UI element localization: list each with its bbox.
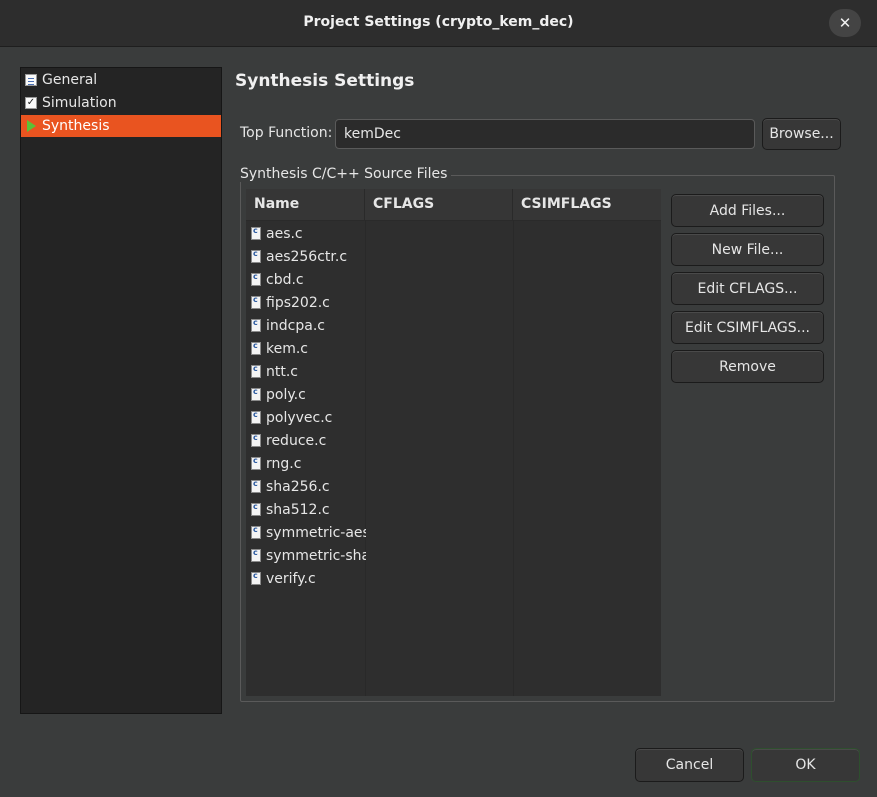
file-name: kem.c bbox=[266, 340, 309, 357]
title-bar: Project Settings (crypto_kem_dec) ✕ bbox=[0, 0, 877, 47]
nav-item-label: Synthesis bbox=[42, 118, 110, 134]
table-row[interactable]: fips202.c bbox=[246, 291, 661, 314]
section-title: Synthesis Settings bbox=[235, 71, 415, 91]
window-title: Project Settings (crypto_kem_dec) bbox=[303, 14, 574, 30]
table-row[interactable]: indcpa.c bbox=[246, 314, 661, 337]
c-file-icon bbox=[251, 387, 261, 401]
new-file-button[interactable]: New File... bbox=[671, 233, 824, 266]
c-file-icon bbox=[251, 456, 261, 470]
nav-item-general[interactable]: General bbox=[21, 69, 221, 91]
file-list: aes.c aes256ctr.c cbd.c fips202.c indcpa.c ke… bbox=[246, 222, 661, 590]
table-row[interactable]: verify.c bbox=[246, 567, 661, 590]
close-button[interactable]: ✕ bbox=[829, 9, 861, 37]
nav-item-simulation[interactable]: ✓ Simulation bbox=[21, 92, 221, 114]
c-file-icon bbox=[251, 364, 261, 378]
file-name: ntt.c bbox=[266, 363, 298, 380]
c-file-icon bbox=[251, 548, 261, 562]
nav-item-synthesis[interactable]: Synthesis bbox=[21, 115, 221, 137]
edit-cflags-button[interactable]: Edit CFLAGS... bbox=[671, 272, 824, 305]
table-header: Name CFLAGS CSIMFLAGS bbox=[246, 189, 661, 221]
file-name: rng.c bbox=[266, 455, 302, 472]
c-file-icon bbox=[251, 571, 261, 585]
file-name: cbd.c bbox=[266, 271, 304, 288]
table-row[interactable]: polyvec.c bbox=[246, 406, 661, 429]
source-files-group-label: Synthesis C/C++ Source Files bbox=[240, 166, 452, 182]
c-file-icon bbox=[251, 318, 261, 332]
table-row[interactable]: rng.c bbox=[246, 452, 661, 475]
c-file-icon bbox=[251, 410, 261, 424]
table-row[interactable]: cbd.c bbox=[246, 268, 661, 291]
table-row[interactable]: aes256ctr.c bbox=[246, 245, 661, 268]
source-files-table[interactable]: Name CFLAGS CSIMFLAGS aes.c aes256ctr.c cb… bbox=[246, 189, 661, 696]
table-row[interactable]: kem.c bbox=[246, 337, 661, 360]
checkbox-icon: ✓ bbox=[25, 97, 37, 109]
file-name: symmetric-sha bbox=[266, 547, 366, 564]
edit-csimflags-button[interactable]: Edit CSIMFLAGS... bbox=[671, 311, 824, 344]
table-row[interactable]: sha512.c bbox=[246, 498, 661, 521]
browse-button[interactable]: Browse... bbox=[762, 118, 841, 150]
c-file-icon bbox=[251, 502, 261, 516]
nav-item-label: Simulation bbox=[42, 95, 117, 111]
cancel-button[interactable]: Cancel bbox=[635, 748, 744, 782]
nav-item-label: General bbox=[42, 72, 98, 88]
top-function-label: Top Function: bbox=[240, 125, 333, 141]
file-name: sha512.c bbox=[266, 501, 330, 518]
c-file-icon bbox=[251, 433, 261, 447]
file-name: aes.c bbox=[266, 225, 303, 242]
c-file-icon bbox=[251, 295, 261, 309]
close-icon: ✕ bbox=[838, 14, 852, 32]
file-name: aes256ctr.c bbox=[266, 248, 348, 265]
file-name: sha256.c bbox=[266, 478, 330, 495]
add-files-button[interactable]: Add Files... bbox=[671, 194, 824, 227]
column-header-csimflags[interactable]: CSIMFLAGS bbox=[513, 189, 661, 220]
file-name: reduce.c bbox=[266, 432, 327, 449]
column-header-name[interactable]: Name bbox=[246, 189, 365, 220]
c-file-icon bbox=[251, 525, 261, 539]
general-settings-icon bbox=[25, 74, 37, 86]
file-name: fips202.c bbox=[266, 294, 330, 311]
file-name: poly.c bbox=[266, 386, 306, 403]
remove-button[interactable]: Remove bbox=[671, 350, 824, 383]
table-row[interactable]: sha256.c bbox=[246, 475, 661, 498]
file-name: indcpa.c bbox=[266, 317, 325, 334]
file-name: verify.c bbox=[266, 570, 316, 587]
file-name: polyvec.c bbox=[266, 409, 333, 426]
table-row[interactable]: reduce.c bbox=[246, 429, 661, 452]
file-name: symmetric-aes bbox=[266, 524, 366, 541]
top-function-input[interactable]: kemDec bbox=[335, 119, 755, 149]
table-row[interactable]: symmetric-sha bbox=[246, 544, 661, 567]
table-row[interactable]: aes.c bbox=[246, 222, 661, 245]
play-icon bbox=[27, 120, 36, 132]
table-row[interactable]: symmetric-aes bbox=[246, 521, 661, 544]
table-row[interactable]: poly.c bbox=[246, 383, 661, 406]
c-file-icon bbox=[251, 479, 261, 493]
c-file-icon bbox=[251, 249, 261, 263]
settings-nav: General ✓ Simulation Synthesis bbox=[20, 67, 222, 714]
c-file-icon bbox=[251, 272, 261, 286]
column-header-cflags[interactable]: CFLAGS bbox=[365, 189, 513, 220]
ok-button[interactable]: OK bbox=[751, 748, 860, 782]
c-file-icon bbox=[251, 341, 261, 355]
table-row[interactable]: ntt.c bbox=[246, 360, 661, 383]
c-file-icon bbox=[251, 226, 261, 240]
